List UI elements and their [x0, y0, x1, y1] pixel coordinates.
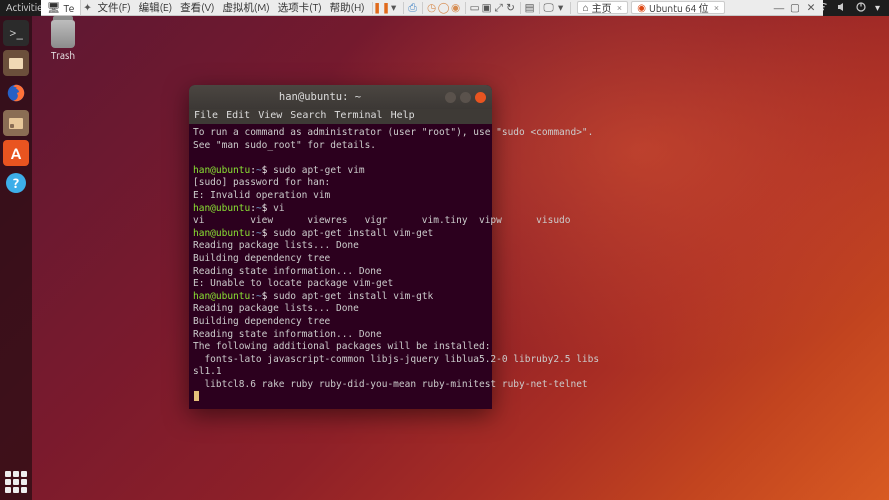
vmware-tab[interactable]: 🖥 Te — [41, 0, 81, 15]
separator — [422, 2, 423, 14]
dock-software[interactable]: A — [3, 140, 29, 166]
terminal-window: han@ubuntu: ~ File Edit View Search Terminal… — [189, 85, 492, 409]
maximize-icon[interactable]: ▢ — [789, 3, 801, 13]
close-button[interactable] — [475, 92, 486, 103]
terminal-menu-item[interactable]: Help — [391, 110, 415, 123]
dock-files[interactable] — [3, 110, 29, 136]
dropdown-icon[interactable]: ▾ — [555, 2, 567, 14]
minimize-button[interactable] — [445, 92, 456, 103]
dock-nautilus[interactable] — [3, 50, 29, 76]
terminal-menu-item[interactable]: File — [194, 110, 218, 123]
minimize-icon[interactable]: — — [773, 3, 785, 13]
trash-icon — [51, 20, 75, 48]
dock-terminal[interactable]: >_ — [3, 20, 29, 46]
close-icon[interactable]: × — [617, 2, 623, 13]
vmware-toolbar: 🖥 Te ✦ 文件(F)编辑(E)查看(V)虚拟机(M)选项卡(T)帮助(H) … — [41, 0, 823, 16]
separator — [570, 2, 571, 14]
monitor-icon: 🖥 — [47, 1, 60, 14]
vmware-tab-label: Te — [63, 2, 74, 14]
snapshot-icon[interactable]: ⎙ — [407, 2, 419, 14]
cycle-icon[interactable]: ↻ — [505, 2, 517, 14]
nav-home-pill[interactable]: ⌂ 主页 × — [577, 1, 629, 14]
desktop-trash[interactable]: Trash — [48, 20, 78, 61]
vmware-menu-item[interactable]: 帮助(H) — [326, 0, 369, 15]
fullscreen-icon[interactable]: ⤢ — [493, 2, 505, 14]
separator — [465, 2, 466, 14]
unity-icon[interactable]: ▣ — [481, 2, 493, 14]
home-icon: ⌂ — [583, 2, 589, 14]
dock-help[interactable]: ? — [3, 170, 29, 196]
star-icon[interactable]: ✦ — [81, 2, 93, 14]
pause-icon[interactable]: ❚❚ — [376, 2, 388, 14]
terminal-titlebar[interactable]: han@ubuntu: ~ — [189, 85, 492, 109]
separator — [403, 2, 404, 14]
desktop: 🖥 Te ✦ 文件(F)编辑(E)查看(V)虚拟机(M)选项卡(T)帮助(H) … — [0, 0, 889, 500]
terminal-body[interactable]: To run a command as administrator (user … — [189, 124, 492, 409]
terminal-menu-item[interactable]: Search — [290, 110, 326, 123]
volume-icon[interactable] — [837, 2, 847, 14]
separator — [539, 2, 540, 14]
revert-icon[interactable]: ◯ — [438, 2, 450, 14]
terminal-menu-item[interactable]: Terminal — [334, 110, 382, 123]
terminal-menu-item[interactable]: Edit — [226, 110, 250, 123]
maximize-button[interactable] — [460, 92, 471, 103]
vmware-menu-item[interactable]: 查看(V) — [176, 0, 218, 15]
power-icon[interactable] — [856, 2, 866, 14]
pill-label: 主页 — [592, 0, 612, 15]
vmware-menu-item[interactable]: 虚拟机(M) — [218, 0, 273, 15]
ubuntu-icon: ◉ — [637, 2, 646, 14]
terminal-menubar: File Edit View Search Terminal Help — [189, 109, 492, 124]
clock-icon[interactable]: ◷ — [426, 2, 438, 14]
dock-firefox[interactable] — [3, 80, 29, 106]
ubuntu-dock: >_ A ? — [0, 16, 32, 500]
close-icon[interactable]: ✕ — [805, 3, 817, 13]
show-applications[interactable] — [5, 471, 27, 493]
chevron-down-icon[interactable]: ▾ — [875, 2, 880, 14]
terminal-title: han@ubuntu: ~ — [195, 91, 445, 104]
dropdown-icon[interactable]: ▾ — [388, 2, 400, 14]
close-icon[interactable]: × — [714, 2, 720, 13]
nav-vm-pill[interactable]: ◉ Ubuntu 64 位 × — [631, 1, 725, 14]
vmware-menu-item[interactable]: 选项卡(T) — [274, 0, 326, 15]
trash-label: Trash — [51, 50, 75, 61]
vmware-menu-item[interactable]: 文件(F) — [93, 0, 134, 15]
vmware-menu-item[interactable]: 编辑(E) — [135, 0, 177, 15]
separator — [520, 2, 521, 14]
library-icon[interactable]: ▤ — [524, 2, 536, 14]
terminal-menu-item[interactable]: View — [258, 110, 282, 123]
display-icon[interactable]: 🖵 — [543, 2, 555, 14]
fit-icon[interactable]: ▭ — [469, 2, 481, 14]
svg-text:?: ? — [13, 175, 19, 191]
manage-icon[interactable]: ◉ — [450, 2, 462, 14]
pill-label: Ubuntu 64 位 — [649, 0, 709, 15]
